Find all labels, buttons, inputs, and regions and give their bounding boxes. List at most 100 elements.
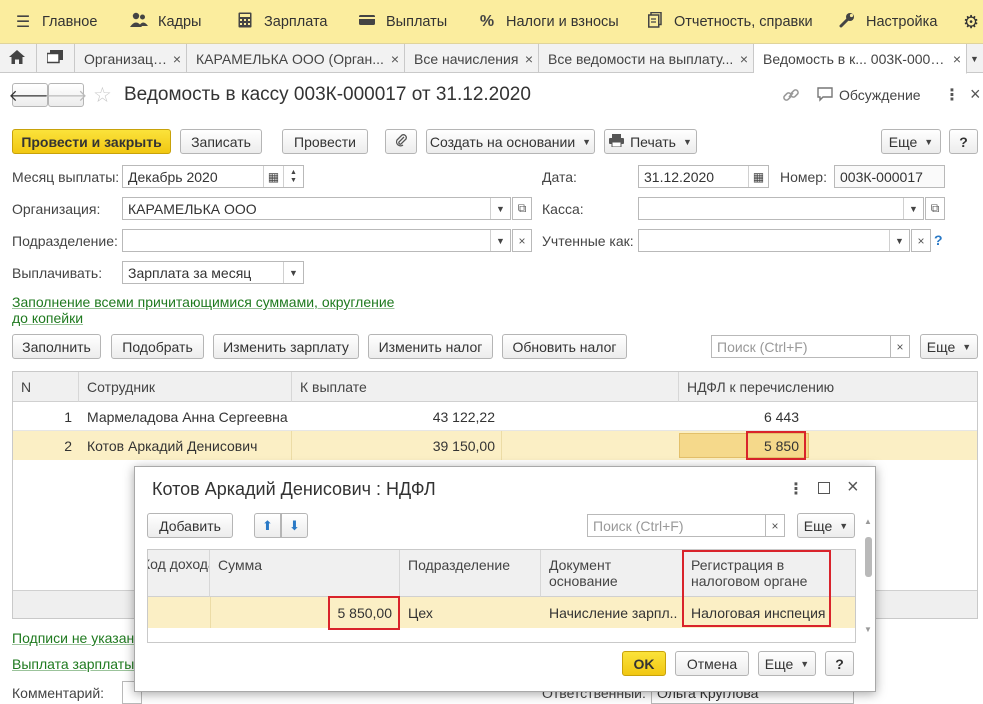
close-icon[interactable]: × bbox=[386, 51, 404, 67]
link-icon[interactable] bbox=[782, 86, 800, 107]
more-vert-icon[interactable]: ⋮ bbox=[944, 85, 960, 105]
month-label: Месяц выплаты: bbox=[12, 169, 120, 185]
clear-search-icon[interactable]: × bbox=[765, 514, 785, 537]
help-question-icon[interactable]: ? bbox=[934, 232, 943, 248]
open-icon[interactable]: ⧉ bbox=[512, 197, 532, 220]
signatures-link[interactable]: Подписи не указаны bbox=[12, 630, 144, 646]
close-icon[interactable]: × bbox=[948, 51, 966, 67]
update-tax-button[interactable]: Обновить налог bbox=[502, 334, 627, 359]
close-icon[interactable]: × bbox=[735, 51, 753, 67]
close-icon[interactable]: × bbox=[520, 51, 538, 67]
dropdown-icon[interactable]: ▼ bbox=[283, 262, 303, 283]
menu-item-taxes[interactable]: % Налоги и взносы bbox=[478, 0, 619, 44]
dept-field[interactable]: ▼ bbox=[122, 229, 511, 252]
change-tax-button[interactable]: Изменить налог bbox=[368, 334, 493, 359]
close-icon[interactable]: × bbox=[168, 51, 186, 67]
fill-button[interactable]: Заполнить bbox=[12, 334, 101, 359]
tab-current-statement[interactable]: Ведомость в к... 003К-000017 × bbox=[754, 44, 967, 74]
open-icon[interactable]: ⧉ bbox=[925, 197, 945, 220]
scroll-down-icon[interactable]: ▼ bbox=[864, 625, 872, 634]
tab-karamelka[interactable]: КАРАМЕЛЬКА ООО (Орган... × bbox=[187, 44, 405, 73]
accounted-field[interactable]: ▼ bbox=[638, 229, 910, 252]
clear-search-icon[interactable]: × bbox=[890, 335, 910, 358]
back-button[interactable]: 🡐 bbox=[9, 83, 51, 107]
calendar-icon[interactable]: ▦ bbox=[263, 166, 283, 187]
tab-all-accruals[interactable]: Все начисления × bbox=[405, 44, 539, 73]
cancel-button[interactable]: Отмена bbox=[675, 651, 749, 676]
month-field[interactable]: Декабрь 2020 ▦ ▲ ▼ bbox=[122, 165, 304, 188]
discussion-link[interactable]: Обсуждение bbox=[839, 87, 921, 103]
maximize-icon[interactable] bbox=[818, 482, 830, 494]
column-header-sum[interactable]: Сумма bbox=[210, 550, 400, 597]
main-menu: ☰ Главное Кадры Зарплата Выплаты % Налог… bbox=[0, 0, 983, 44]
pick-button[interactable]: Подобрать bbox=[111, 334, 204, 359]
post-and-close-button[interactable]: Провести и закрыть bbox=[12, 129, 171, 154]
tab-all-statements[interactable]: Все ведомости на выплату... × bbox=[539, 44, 754, 73]
ok-button[interactable]: OK bbox=[622, 651, 666, 676]
column-header-dept[interactable]: Подразделение bbox=[400, 550, 541, 597]
column-header-n[interactable]: N bbox=[13, 372, 79, 402]
people-icon bbox=[130, 12, 148, 33]
menu-item-staff[interactable]: Кадры bbox=[130, 0, 201, 44]
favorite-star-icon[interactable]: ☆ bbox=[93, 83, 112, 108]
move-up-button[interactable]: ⬆ bbox=[254, 513, 281, 538]
arrow-down-icon: ⬇ bbox=[289, 517, 300, 533]
search-input[interactable]: Поиск (Ctrl+F) bbox=[711, 335, 891, 358]
attach-button[interactable] bbox=[385, 129, 417, 154]
close-icon[interactable]: × bbox=[970, 84, 981, 105]
column-header-amount[interactable]: К выплате bbox=[292, 372, 679, 402]
dropdown-icon[interactable]: ▼ bbox=[490, 198, 510, 219]
dialog-help-button[interactable]: ? bbox=[825, 651, 854, 676]
dropdown-icon[interactable]: ▼ bbox=[889, 230, 909, 251]
tab-organizations[interactable]: Организации × bbox=[75, 44, 187, 73]
fill-all-link[interactable]: Заполнение всеми причитающимися суммами,… bbox=[12, 294, 412, 326]
create-based-on-button[interactable]: Создать на основании ▼ bbox=[426, 129, 595, 154]
menu-item-reports[interactable]: Отчетность, справки bbox=[646, 0, 813, 44]
number-field[interactable]: 003К-000017 bbox=[834, 165, 945, 188]
column-header-code[interactable]: Код дохода bbox=[148, 550, 210, 597]
more-vert-icon[interactable]: ⋮ bbox=[788, 479, 804, 499]
help-button[interactable]: ? bbox=[949, 129, 978, 154]
add-button[interactable]: Добавить bbox=[147, 513, 233, 538]
column-header-employee[interactable]: Сотрудник bbox=[79, 372, 292, 402]
calendar-icon[interactable]: ▦ bbox=[748, 166, 768, 187]
cash-field[interactable]: ▼ bbox=[638, 197, 924, 220]
more-button[interactable]: Еще ▼ bbox=[881, 129, 941, 154]
dropdown-icon[interactable]: ▼ bbox=[490, 230, 510, 251]
document-cell: Начисление зарпл... bbox=[549, 604, 677, 621]
clear-icon[interactable]: × bbox=[512, 229, 532, 252]
dialog-more-button[interactable]: Еще ▼ bbox=[797, 513, 855, 538]
post-button[interactable]: Провести bbox=[282, 129, 368, 154]
scrollbar-thumb[interactable] bbox=[865, 537, 872, 577]
menu-item-salary[interactable]: Зарплата bbox=[236, 0, 328, 44]
tab-windows[interactable] bbox=[37, 44, 75, 73]
column-header-document[interactable]: Документ основание bbox=[541, 550, 683, 597]
save-button[interactable]: Записать bbox=[180, 129, 262, 154]
org-field[interactable]: КАРАМЕЛЬКА ООО ▼ bbox=[122, 197, 511, 220]
change-salary-button[interactable]: Изменить зарплату bbox=[213, 334, 359, 359]
scroll-up-icon[interactable]: ▲ bbox=[864, 517, 872, 526]
discussion-icon[interactable] bbox=[817, 86, 833, 105]
move-down-button[interactable]: ⬇ bbox=[281, 513, 308, 538]
clear-icon[interactable]: × bbox=[911, 229, 931, 252]
date-field[interactable]: 31.12.2020 ▦ bbox=[638, 165, 769, 188]
dialog-more-button-bottom[interactable]: Еще ▼ bbox=[758, 651, 816, 676]
chevron-down-icon: ▼ bbox=[962, 341, 972, 352]
menu-item-payments[interactable]: Выплаты bbox=[358, 0, 447, 44]
cash-label: Касса: bbox=[542, 201, 584, 217]
dialog-search-input[interactable]: Поиск (Ctrl+F) bbox=[587, 514, 766, 537]
salary-payment-link[interactable]: Выплата зарплаты bbox=[12, 656, 134, 672]
spinner-icon[interactable]: ▲ ▼ bbox=[283, 166, 303, 187]
tabs-overflow-button[interactable]: ▼ bbox=[967, 44, 983, 73]
close-icon[interactable]: × bbox=[847, 476, 859, 499]
forward-button[interactable]: 🡒 bbox=[45, 83, 87, 107]
menu-item-settings[interactable]: Настройка bbox=[838, 0, 937, 44]
gear-icon[interactable]: ⚙ bbox=[963, 0, 979, 44]
dropdown-icon[interactable]: ▼ bbox=[903, 198, 923, 219]
tab-home[interactable] bbox=[0, 44, 37, 73]
menu-item-main[interactable]: ☰ Главное bbox=[14, 0, 98, 44]
print-button[interactable]: Печать ▼ bbox=[604, 129, 697, 154]
table-more-button[interactable]: Еще ▼ bbox=[920, 334, 978, 359]
column-header-tax[interactable]: НДФЛ к перечислению bbox=[679, 372, 977, 402]
pay-field[interactable]: Зарплата за месяц ▼ bbox=[122, 261, 304, 284]
